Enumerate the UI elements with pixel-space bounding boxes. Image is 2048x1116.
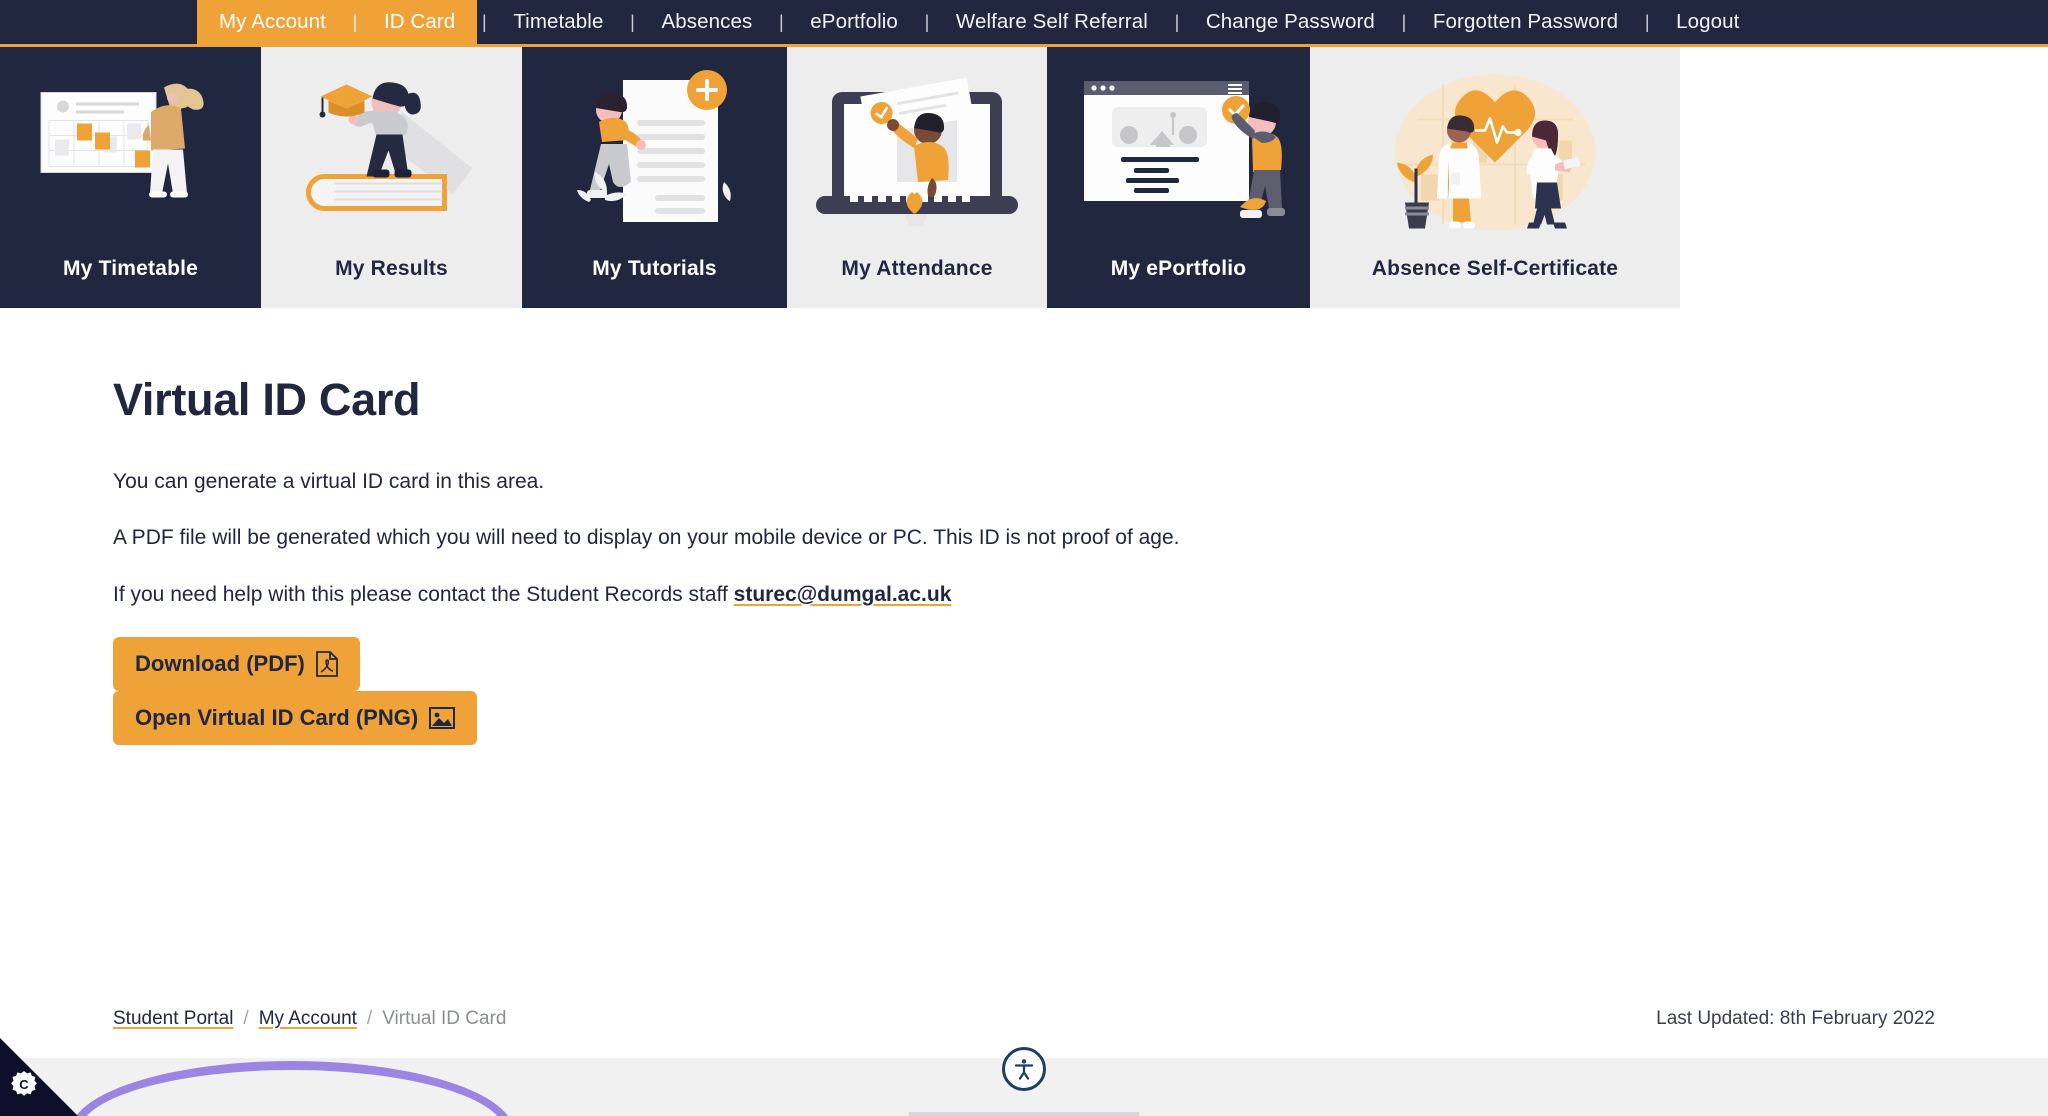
tile-my-timetable[interactable]: My Timetable — [0, 47, 261, 308]
open-png-label: Open Virtual ID Card (PNG) — [135, 704, 419, 730]
tile-label: Absence Self-Certificate — [1371, 257, 1619, 280]
help-paragraph: If you need help with this please contac… — [113, 581, 2048, 608]
student-portal-page: My Account | ID Card | Timetable | Absen… — [0, 0, 2048, 1116]
download-pdf-button[interactable]: Download (PDF) — [113, 636, 360, 691]
tile-my-eportfolio[interactable]: My ePortfolio — [1047, 47, 1310, 308]
nav-my-account[interactable]: My Account — [197, 0, 348, 44]
pdf-info-paragraph: A PDF file will be generated which you w… — [113, 526, 1180, 550]
breadcrumb-separator: / — [366, 1008, 373, 1029]
top-navigation: My Account | ID Card | Timetable | Absen… — [0, 0, 2048, 47]
tile-my-tutorials[interactable]: My Tutorials — [522, 47, 787, 308]
nav-left-spacer — [0, 0, 197, 44]
last-updated-text: Last Updated: 8th February 2022 — [1656, 1008, 1935, 1029]
accessibility-button[interactable] — [1002, 1047, 1046, 1091]
accessibility-icon — [1014, 1059, 1034, 1080]
nav-absences[interactable]: Absences — [639, 0, 774, 44]
cookie-settings-icon[interactable]: C — [9, 1069, 39, 1104]
nav-change-password[interactable]: Change Password — [1184, 0, 1397, 44]
my-eportfolio-illustration — [1047, 47, 1310, 257]
nav-separator: | — [924, 11, 930, 32]
tile-label: My Timetable — [62, 257, 199, 280]
student-records-email-link[interactable]: sturec@dumgal.ac.uk — [734, 583, 952, 606]
footer-divider — [909, 1112, 1139, 1116]
nav-active-group: My Account | ID Card — [197, 0, 478, 44]
nav-welfare-self-referral[interactable]: Welfare Self Referral — [934, 0, 1170, 44]
nav-eportfolio[interactable]: ePortfolio — [788, 0, 920, 44]
nav-logout[interactable]: Logout — [1654, 0, 1761, 44]
tile-label: My Tutorials — [592, 257, 717, 280]
tile-my-results[interactable]: My Results — [261, 47, 522, 308]
nav-forgotten-password[interactable]: Forgotten Password — [1411, 0, 1640, 44]
tile-label: My ePortfolio — [1110, 257, 1247, 280]
nav-separator: | — [778, 11, 784, 32]
my-timetable-illustration — [0, 47, 261, 257]
nav-separator: | — [1174, 11, 1180, 32]
main-content: Virtual ID Card You can generate a virtu… — [0, 308, 2048, 1116]
my-attendance-illustration — [787, 47, 1047, 257]
tile-my-attendance[interactable]: My Attendance — [787, 47, 1047, 308]
image-file-icon — [429, 706, 456, 729]
quick-links-tiles: My Timetable My Results My Tutorials My … — [0, 47, 2048, 308]
tile-label: My Attendance — [841, 257, 993, 280]
tile-absence-self-certificate[interactable]: Absence Self-Certificate — [1310, 47, 1680, 308]
nav-separator: | — [481, 11, 487, 32]
breadcrumb-my-account[interactable]: My Account — [259, 1008, 357, 1030]
open-virtual-id-card-png-button[interactable]: Open Virtual ID Card (PNG) — [113, 690, 478, 745]
my-tutorials-illustration — [522, 47, 787, 257]
page-title: Virtual ID Card — [113, 374, 421, 425]
nav-id-card[interactable]: ID Card — [362, 0, 477, 44]
download-pdf-label: Download (PDF) — [135, 650, 305, 676]
nav-separator: | — [1644, 11, 1650, 32]
breadcrumb: Student Portal / My Account / Virtual ID… — [113, 1008, 506, 1030]
nav-timetable[interactable]: Timetable — [491, 0, 625, 44]
intro-paragraph: You can generate a virtual ID card in th… — [113, 470, 545, 493]
tile-label: My Results — [335, 257, 448, 280]
my-results-illustration — [261, 47, 522, 257]
absence-self-certificate-illustration — [1310, 47, 1680, 257]
action-buttons: Download (PDF) Open Virtual ID Card (PNG… — [113, 636, 478, 745]
nav-separator: | — [630, 11, 635, 32]
breadcrumb-student-portal[interactable]: Student Portal — [113, 1008, 233, 1030]
svg-text:C: C — [19, 1077, 29, 1092]
footer-row: Student Portal / My Account / Virtual ID… — [0, 1008, 2048, 1030]
pdf-file-icon — [315, 650, 338, 677]
help-text: If you need help with this please contac… — [113, 582, 734, 606]
nav-separator: | — [352, 11, 358, 32]
nav-separator: | — [1401, 11, 1407, 32]
breadcrumb-separator: / — [243, 1008, 249, 1029]
breadcrumb-current: Virtual ID Card — [382, 1008, 507, 1029]
